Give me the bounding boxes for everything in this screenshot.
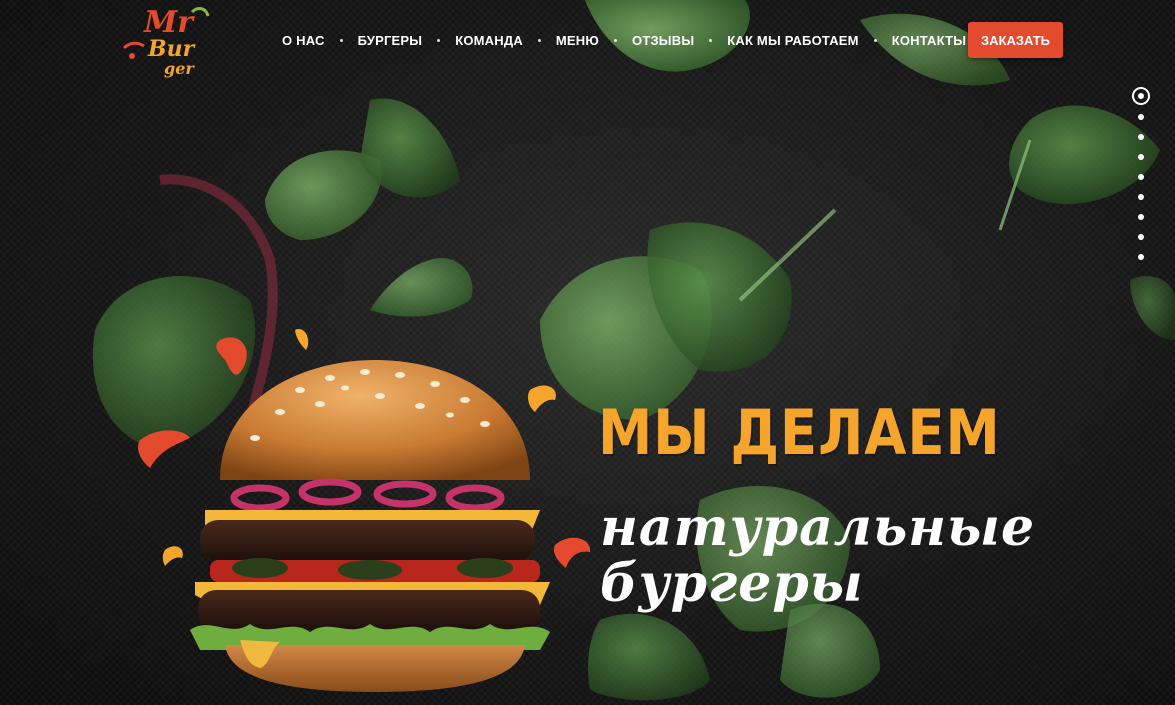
nav-item-burgers[interactable]: БУРГЕРЫ — [352, 33, 429, 48]
nav-item-how-we-work[interactable]: КАК МЫ РАБОТАЕМ — [721, 33, 864, 48]
pager-dot-7[interactable] — [1138, 214, 1144, 220]
nav-separator — [709, 38, 713, 42]
sauce-splash — [216, 337, 247, 375]
nav-item-reviews[interactable]: ОТЗЫВЫ — [626, 33, 700, 48]
hero-headline-top: МЫ ДЕЛАЕМ — [598, 396, 1001, 469]
pager-dot-9[interactable] — [1138, 254, 1144, 260]
burger-image — [138, 329, 591, 692]
brand-logo[interactable]: Mr Bur ger — [120, 2, 216, 80]
pager-dot-1[interactable] — [1132, 87, 1150, 105]
slide-pager — [1132, 87, 1150, 274]
logo-word-mr: Mr — [143, 5, 195, 40]
nav-separator — [873, 38, 877, 42]
nav-item-about[interactable]: О НАС — [276, 33, 331, 48]
main-nav: О НАС БУРГЕРЫ КОМАНДА МЕНЮ ОТЗЫВЫ КАК МЫ… — [276, 24, 972, 56]
nav-separator — [614, 38, 618, 42]
pager-dot-4[interactable] — [1138, 154, 1144, 160]
hero-headline-bottom: натуральные бургеры — [600, 497, 1036, 614]
pager-dot-8[interactable] — [1138, 234, 1144, 240]
nav-item-contacts[interactable]: КОНТАКТЫ — [886, 33, 972, 48]
nav-item-team[interactable]: КОМАНДА — [449, 33, 529, 48]
hero-headline-line-1: натуральные — [600, 497, 1036, 558]
pager-dot-3[interactable] — [1138, 134, 1144, 140]
nav-item-menu[interactable]: МЕНЮ — [550, 33, 605, 48]
logo-word-ger: ger — [164, 59, 195, 78]
pager-dot-2[interactable] — [1138, 114, 1144, 120]
nav-separator — [437, 38, 441, 42]
pager-dot-6[interactable] — [1138, 194, 1144, 200]
nav-separator — [339, 38, 343, 42]
hero-headline-line-2: бургеры — [600, 553, 864, 614]
nav-separator — [537, 38, 541, 42]
order-button[interactable]: ЗАКАЗАТЬ — [968, 22, 1063, 58]
pager-dot-5[interactable] — [1138, 174, 1144, 180]
